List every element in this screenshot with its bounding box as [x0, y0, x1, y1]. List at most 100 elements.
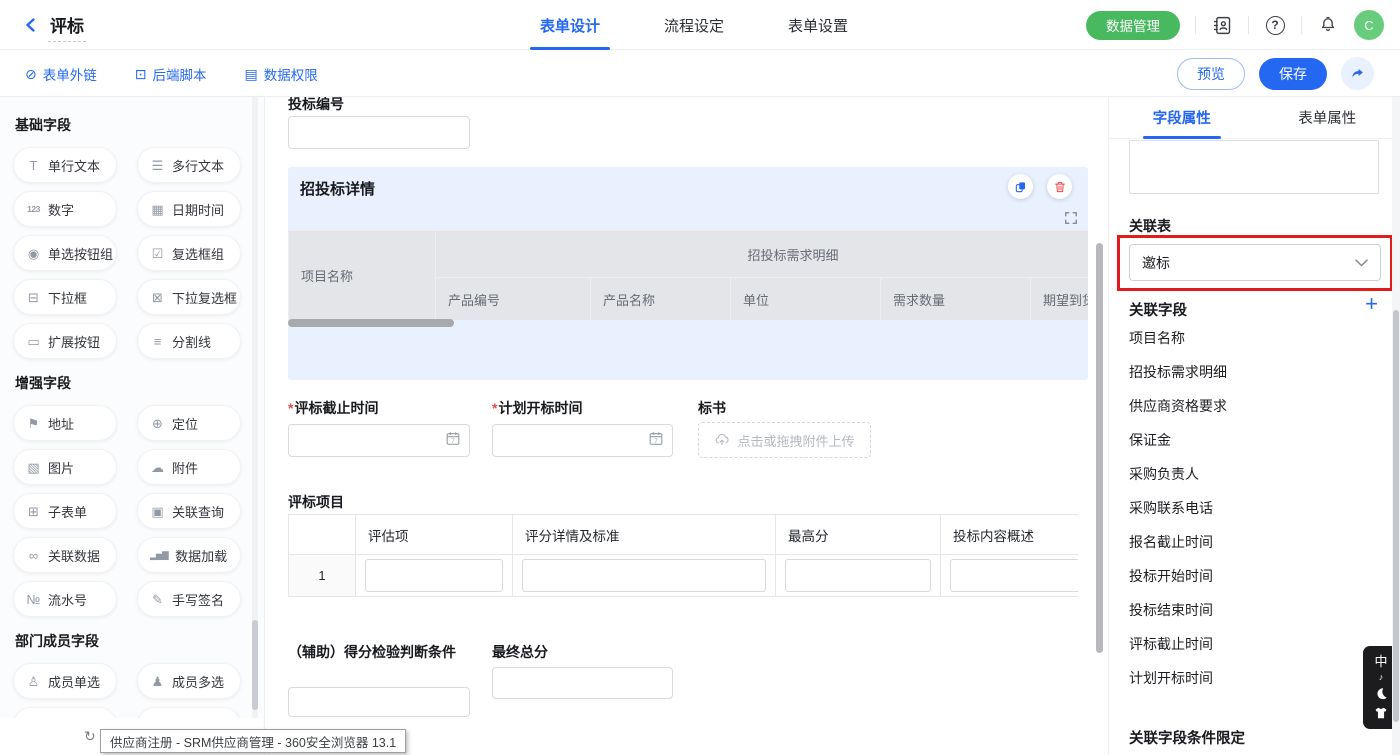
sidebar-scrollbar-thumb[interactable] — [252, 620, 258, 710]
expand-corners-icon — [1064, 211, 1078, 225]
copy-button[interactable] — [1008, 174, 1033, 199]
field-type-select[interactable]: ⊟下拉框 — [13, 279, 117, 315]
delete-button[interactable] — [1047, 174, 1072, 199]
field-description-input[interactable] — [1129, 140, 1379, 194]
extend-button-icon: ▭ — [26, 335, 41, 348]
relation-field-item[interactable]: 计划开标时间 — [1129, 661, 1388, 695]
avatar[interactable]: C — [1354, 10, 1384, 40]
divider — [1195, 16, 1196, 34]
field-type-address[interactable]: ⚑地址 — [13, 405, 117, 441]
bid-detail-panel[interactable]: 招投标详情 项目名称招投标需求明细产品编号产品名称单位需求数量期望到货 — [288, 167, 1088, 380]
contact-book-icon[interactable] — [1211, 14, 1233, 36]
field-type-image[interactable]: ▧图片 — [13, 449, 117, 485]
toolbar-link-backend-script[interactable]: ⊡后端脚本 — [135, 64, 207, 84]
add-relation-field-button[interactable]: + — [1365, 293, 1378, 315]
language-toggle[interactable]: 中 — [1374, 655, 1387, 668]
relation-field-item[interactable]: 招投标需求明细 — [1129, 355, 1388, 389]
back-button[interactable] — [20, 14, 42, 36]
relation-field-item[interactable]: 采购联系电话 — [1129, 491, 1388, 525]
relation-data-icon: ∞ — [26, 549, 41, 562]
eval-cell-input[interactable] — [950, 559, 1078, 592]
nav-tab-1[interactable]: 表单设计 — [540, 0, 600, 50]
detail-horizontal-scrollbar[interactable] — [288, 319, 454, 327]
page-scrollbar-thumb[interactable] — [1393, 310, 1399, 722]
relation-field-item[interactable]: 供应商资格要求 — [1129, 389, 1388, 423]
save-button[interactable]: 保存 — [1259, 58, 1327, 90]
nav-tab-3[interactable]: 表单设置 — [788, 0, 848, 50]
required-asterisk: * — [288, 400, 293, 416]
field-type-location[interactable]: ⊕定位 — [137, 405, 241, 441]
eval-cell-input[interactable] — [785, 559, 931, 592]
trash-icon — [1053, 180, 1067, 194]
sidebar-section-heading: 增强字段 — [15, 373, 264, 393]
field-type-number[interactable]: 123数字 — [13, 191, 117, 227]
aux-condition-input[interactable] — [288, 687, 470, 717]
relation-field-item[interactable]: 采购负责人 — [1129, 457, 1388, 491]
relation-field-item[interactable]: 保证金 — [1129, 423, 1388, 457]
properties-tab-2[interactable]: 表单属性 — [1255, 97, 1400, 138]
toolbar-link-external-link[interactable]: ⊘表单外链 — [25, 64, 97, 84]
share-button[interactable] — [1341, 57, 1374, 90]
field-type-checkbox-group[interactable]: ☑复选框组 — [137, 235, 241, 271]
properties-tab-1[interactable]: 字段属性 — [1109, 97, 1255, 138]
condition-section-label: 关联字段条件限定 — [1129, 727, 1245, 748]
form-canvas: 投标编号 招投标详情 项目名称招投标需求明细产品编号产品名称单位需求数量期望到货… — [266, 97, 1108, 755]
preview-button[interactable]: 预览 — [1177, 58, 1245, 90]
eval-table-wrap: 评估项评分详情及标准最高分投标内容概述1 — [288, 514, 1078, 597]
upload-attachment-button[interactable]: 点击或拖拽附件上传 — [698, 422, 871, 458]
field-type-signature[interactable]: ✎手写签名 — [137, 581, 241, 617]
bell-icon[interactable] — [1317, 14, 1339, 36]
relation-field-item[interactable]: 投标结束时间 — [1129, 593, 1388, 627]
eval-items-label: 评标项目 — [288, 492, 344, 512]
field-type-member-multi[interactable]: ♟成员多选 — [137, 663, 241, 699]
nav-tab-2[interactable]: 流程设定 — [664, 0, 724, 50]
svg-text:7: 7 — [654, 437, 658, 444]
properties-tabs: 字段属性表单属性 — [1109, 97, 1400, 139]
bid-number-input[interactable] — [288, 116, 470, 149]
data-permission-icon: ▤ — [244, 67, 257, 81]
signature-icon: ✎ — [150, 593, 165, 606]
relation-field-item[interactable]: 投标开始时间 — [1129, 559, 1388, 593]
field-type-relation-query[interactable]: ▣关联查询 — [137, 493, 241, 529]
field-type-serial-number[interactable]: №流水号 — [13, 581, 117, 617]
toolbar-link-data-permission[interactable]: ▤数据权限 — [244, 64, 317, 84]
expand-button[interactable] — [1064, 211, 1078, 230]
sidebar-section-heading: 基础字段 — [15, 115, 264, 135]
field-type-multi-select[interactable]: ⊠下拉复选框 — [137, 279, 241, 315]
eval-deadline-input[interactable]: 7 — [288, 424, 470, 457]
data-manage-button[interactable]: 数据管理 — [1086, 11, 1180, 40]
note-icon[interactable]: ♪ — [1379, 673, 1384, 682]
relation-table-label: 关联表 — [1129, 216, 1171, 236]
dark-mode-moon-icon[interactable] — [1374, 687, 1388, 701]
field-type-single-line-text[interactable]: T单行文本 — [13, 147, 117, 183]
field-type-relation-data[interactable]: ∞关联数据 — [13, 537, 117, 573]
relation-field-item[interactable]: 评标截止时间 — [1129, 627, 1388, 661]
eval-cell-input[interactable] — [365, 559, 503, 592]
planned-open-input[interactable]: 7 — [492, 424, 673, 457]
field-type-multi-line-text[interactable]: ☰多行文本 — [137, 147, 241, 183]
divider-icon: ≡ — [150, 335, 165, 348]
relation-field-item[interactable]: 报名截止时间 — [1129, 525, 1388, 559]
field-type-member-single[interactable]: ♙成员单选 — [13, 663, 117, 699]
field-type-subform[interactable]: ⊞子表单 — [13, 493, 117, 529]
field-type-extend-button[interactable]: ▭扩展按钮 — [13, 323, 117, 359]
relation-table-select[interactable]: 邀标 — [1129, 244, 1381, 281]
eval-table: 评估项评分详情及标准最高分投标内容概述1 — [288, 514, 1078, 597]
eval-cell-input[interactable] — [522, 559, 766, 592]
canvas-scrollbar-thumb[interactable] — [1096, 243, 1103, 653]
page-title[interactable]: 评标 — [48, 12, 86, 42]
relation-field-item[interactable]: 项目名称 — [1129, 321, 1388, 355]
skin-shirt-icon[interactable] — [1374, 706, 1388, 720]
number-icon: 123 — [26, 205, 41, 214]
field-type-data-load[interactable]: ▂▅▇数据加载 — [137, 537, 241, 573]
nav-tabs: 表单设计 流程设定 表单设置 — [540, 0, 848, 50]
help-icon[interactable]: ? — [1264, 14, 1286, 36]
field-type-datetime[interactable]: ▦日期时间 — [137, 191, 241, 227]
field-type-radio-group[interactable]: ◉单选按钮组 — [13, 235, 117, 271]
calendar-icon: 7 — [445, 430, 461, 451]
final-score-input[interactable] — [492, 667, 673, 699]
field-type-divider[interactable]: ≡分割线 — [137, 323, 241, 359]
relation-table-value: 邀标 — [1142, 253, 1170, 273]
eval-table-row: 1 — [289, 555, 1079, 597]
field-type-attachment[interactable]: ☁附件 — [137, 449, 241, 485]
